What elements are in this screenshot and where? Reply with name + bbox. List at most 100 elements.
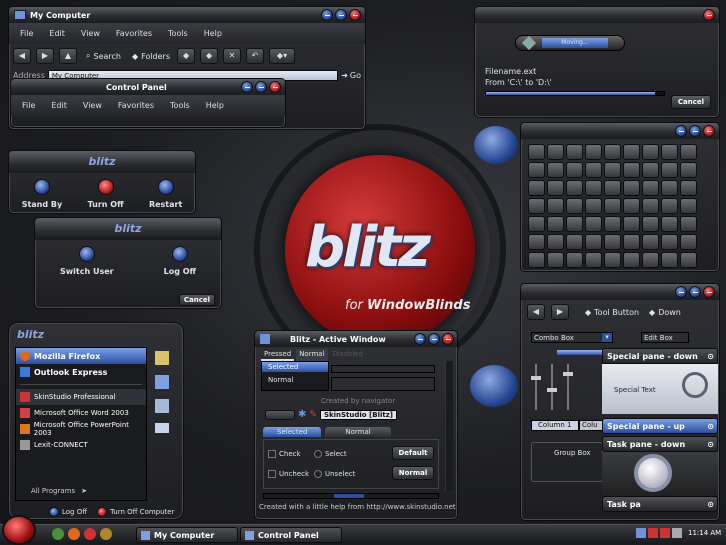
forward-button[interactable]: ▶ xyxy=(551,304,569,320)
vertical-slider[interactable] xyxy=(563,364,573,410)
grid-button[interactable] xyxy=(661,234,678,250)
start-button[interactable] xyxy=(2,515,36,545)
forward-button[interactable]: ▶ xyxy=(36,48,54,64)
combo-box[interactable]: Combo Box ▾ xyxy=(531,332,613,343)
grid-button[interactable] xyxy=(528,234,545,250)
grid-button[interactable] xyxy=(680,144,697,160)
dropdown-field[interactable] xyxy=(331,365,435,373)
grid-button[interactable] xyxy=(528,216,545,232)
grid-button[interactable] xyxy=(623,234,640,250)
edit-box[interactable]: Edit Box xyxy=(641,332,689,343)
grid-button[interactable] xyxy=(547,180,564,196)
grid-button[interactable] xyxy=(661,198,678,214)
grid-button[interactable] xyxy=(528,162,545,178)
restart-option[interactable]: Restart xyxy=(149,179,182,209)
grid-button[interactable] xyxy=(528,198,545,214)
grid-button[interactable] xyxy=(642,162,659,178)
tools-icon[interactable]: ✎ xyxy=(309,410,317,420)
maximize-button[interactable] xyxy=(689,125,701,137)
cancel-button[interactable]: Cancel xyxy=(179,294,215,306)
search-button[interactable]: ⌕ Search xyxy=(82,51,125,61)
grid-button[interactable] xyxy=(585,162,602,178)
select-radio[interactable] xyxy=(314,450,322,458)
undo-button[interactable]: ↶ xyxy=(246,48,265,64)
grid-button[interactable] xyxy=(547,144,564,160)
tray-icon[interactable] xyxy=(648,528,658,538)
grid-button[interactable] xyxy=(642,144,659,160)
grid-button[interactable] xyxy=(585,234,602,250)
start-item-outlook[interactable]: Outlook Express xyxy=(16,364,146,380)
column-header-2[interactable]: Colu xyxy=(579,420,603,431)
unselect-radio[interactable] xyxy=(314,470,322,478)
minimize-button[interactable] xyxy=(241,81,253,93)
menu-view[interactable]: View xyxy=(74,26,107,41)
clock[interactable]: 11:14 AM xyxy=(688,529,721,537)
network-icon[interactable] xyxy=(155,399,169,413)
grid-button[interactable] xyxy=(642,216,659,232)
close-button[interactable] xyxy=(269,81,281,93)
close-button[interactable] xyxy=(703,286,715,298)
file-move-titlebar[interactable] xyxy=(475,7,719,23)
firefox-icon[interactable] xyxy=(68,528,80,540)
grid-button[interactable] xyxy=(528,144,545,160)
folder-icon[interactable] xyxy=(155,423,169,433)
tab-pressed[interactable]: Pressed xyxy=(261,349,295,361)
list-item-normal[interactable]: Normal xyxy=(262,372,328,388)
maximize-button[interactable] xyxy=(689,286,701,298)
task-my-computer[interactable]: My Computer xyxy=(136,527,238,543)
column-header-1[interactable]: Column 1 xyxy=(531,420,579,431)
list-box[interactable]: Selected Normal xyxy=(261,361,329,391)
my-computer-titlebar[interactable]: My Computer xyxy=(9,7,365,23)
start-item-firefox[interactable]: Mozilla Firefox xyxy=(16,348,146,364)
delete-button[interactable]: ✕ xyxy=(223,48,242,64)
grid-button[interactable] xyxy=(547,216,564,232)
grid-button[interactable] xyxy=(547,234,564,250)
menu-help[interactable]: Help xyxy=(197,26,229,41)
grid-button[interactable] xyxy=(623,162,640,178)
grid-button[interactable] xyxy=(680,198,697,214)
views-button[interactable]: ◆▾ xyxy=(269,48,296,64)
grid-button[interactable] xyxy=(604,144,621,160)
grid-button[interactable] xyxy=(585,216,602,232)
grid-button[interactable] xyxy=(566,216,583,232)
menu-favorites[interactable]: Favorites xyxy=(111,98,161,113)
grid-button[interactable] xyxy=(604,162,621,178)
close-button[interactable] xyxy=(703,9,715,21)
grid-button[interactable] xyxy=(680,234,697,250)
grid-button[interactable] xyxy=(566,180,583,196)
grid-button[interactable] xyxy=(547,252,564,268)
grid-button[interactable] xyxy=(642,180,659,196)
task-control-panel[interactable]: Control Panel xyxy=(240,527,342,543)
menu-edit[interactable]: Edit xyxy=(44,98,74,113)
control-panel-titlebar[interactable]: Control Panel xyxy=(11,79,285,95)
start-item-lexit[interactable]: Lexit-CONNECT xyxy=(16,437,146,453)
grid-button[interactable] xyxy=(585,144,602,160)
grid-button[interactable] xyxy=(680,180,697,196)
menu-file[interactable]: File xyxy=(15,98,42,113)
grid-button[interactable] xyxy=(528,252,545,268)
grid-button[interactable] xyxy=(642,198,659,214)
skinstudio-button[interactable]: SkinStudio [Blitz] xyxy=(319,409,397,420)
grid-button[interactable] xyxy=(623,180,640,196)
stand-by-option[interactable]: Stand By xyxy=(22,179,62,209)
grid-button[interactable] xyxy=(661,144,678,160)
grid-button[interactable] xyxy=(604,252,621,268)
switch-user-option[interactable]: Switch User xyxy=(60,246,114,276)
maximize-button[interactable] xyxy=(255,81,267,93)
desktop-icon[interactable] xyxy=(52,528,64,540)
horizontal-scrollbar[interactable] xyxy=(263,493,439,499)
menu-tools[interactable]: Tools xyxy=(163,98,197,113)
grid-button[interactable] xyxy=(661,162,678,178)
grid-button[interactable] xyxy=(642,234,659,250)
grid-button[interactable] xyxy=(661,252,678,268)
tab-normal-2[interactable]: Normal xyxy=(325,427,391,437)
documents-icon[interactable] xyxy=(155,351,169,365)
check-checkbox[interactable] xyxy=(268,450,276,458)
grid-button[interactable] xyxy=(604,234,621,250)
menu-help[interactable]: Help xyxy=(199,98,231,113)
grid-button[interactable] xyxy=(661,180,678,196)
computer-icon[interactable] xyxy=(155,375,169,389)
grid-button[interactable] xyxy=(680,216,697,232)
copy-to-button[interactable]: ◆ xyxy=(200,48,219,64)
start-item-skinstudio[interactable]: SkinStudio Professional xyxy=(16,389,146,405)
